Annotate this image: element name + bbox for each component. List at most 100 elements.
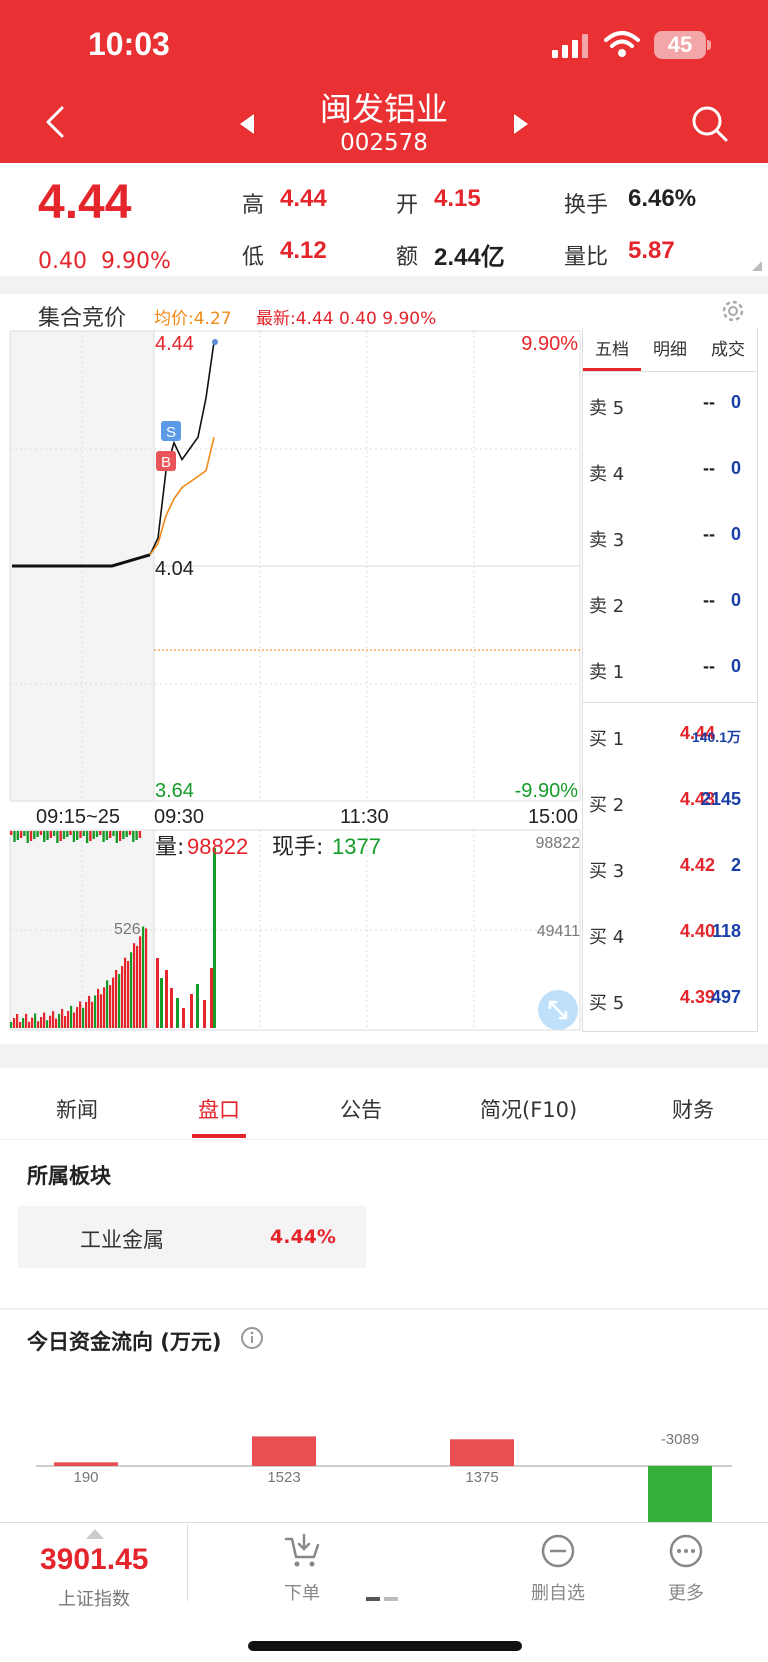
tab-news[interactable]: 新闻: [56, 1094, 98, 1124]
auction-bar: [125, 831, 128, 837]
volume-bar: [79, 1001, 82, 1028]
orderbook-row[interactable]: 买 4 4.40 118: [583, 901, 757, 967]
index-name[interactable]: 上证指数: [58, 1585, 130, 1611]
ob-level-label: 买 4: [589, 927, 625, 948]
auction-bar: [33, 831, 36, 839]
time-label: 15:00: [528, 806, 578, 828]
volume-bar: [118, 974, 121, 1028]
volume-bar: [85, 1001, 88, 1028]
volume-bar: [61, 1008, 64, 1028]
ob-volume: 0: [730, 590, 741, 610]
auction-bar: [115, 831, 118, 843]
search-icon[interactable]: [690, 104, 730, 144]
volume-bar: [28, 1021, 31, 1028]
auction-bar: [43, 831, 46, 842]
auction-bar: [92, 831, 95, 839]
vol-label: 量:: [155, 835, 184, 860]
volume-bar: [88, 995, 91, 1028]
more-label: 更多: [668, 1583, 704, 1604]
ob-price: --: [703, 458, 715, 478]
auction-bar: [128, 831, 132, 835]
flow-title: 今日资金流向 (万元): [27, 1330, 222, 1354]
current-price: 4.44: [38, 176, 132, 229]
tab-f10[interactable]: 简况(F10): [480, 1094, 577, 1124]
sector-chip[interactable]: 工业金属 4.44%: [18, 1206, 366, 1268]
gear-icon[interactable]: [720, 298, 746, 324]
auction-bar: [72, 831, 76, 842]
volume-bar: [182, 1008, 185, 1028]
auction-bar: [85, 831, 89, 843]
orderbook-row[interactable]: 买 2 4.43 2145: [583, 769, 757, 835]
volume-bar: [196, 984, 199, 1028]
volume-bar: [203, 1000, 206, 1028]
remove-watchlist-button[interactable]: 删自选: [518, 1533, 598, 1605]
latest-price-label: 最新:4.44 0.40 9.90%: [256, 309, 437, 329]
volume-bar: [115, 969, 118, 1028]
tab-announcement[interactable]: 公告: [340, 1094, 382, 1124]
ob-price: --: [703, 392, 715, 412]
vol-value: 98822: [187, 834, 248, 859]
divider: [0, 1308, 768, 1310]
pct-top: 9.90%: [521, 333, 578, 355]
sector-name: 工业金属: [80, 1228, 164, 1252]
volume-bar: [31, 1017, 34, 1028]
ob-level-label: 卖 5: [589, 398, 625, 419]
auction-bar: [69, 831, 72, 835]
volume-bar: [19, 1021, 22, 1028]
auction-bar: [102, 831, 105, 842]
volume-bar: [73, 1012, 76, 1028]
volume-bar: [170, 988, 173, 1028]
index-value[interactable]: 3901.45: [40, 1543, 148, 1577]
volume-bar: [142, 926, 145, 1028]
wifi-icon: [604, 31, 640, 57]
orderbook-row[interactable]: 买 3 4.42 2: [583, 835, 757, 901]
vol-ratio-value: 5.87: [628, 237, 675, 264]
orderbook-row[interactable]: 买 5 4.39 497: [583, 967, 757, 1033]
orderbook-row[interactable]: 买 1 4.44 140.1万: [583, 703, 757, 769]
tab-indicator: [192, 1134, 246, 1138]
more-button[interactable]: 更多: [646, 1533, 726, 1605]
info-icon[interactable]: [240, 1326, 264, 1350]
signal-icon: [552, 34, 588, 58]
ob-price: --: [703, 656, 715, 676]
orderbook-row[interactable]: 卖 4 -- 0: [583, 438, 757, 504]
orderbook-row[interactable]: 卖 1 -- 0: [583, 636, 757, 702]
auction-bar: [46, 831, 49, 840]
ob-volume: 2: [730, 855, 741, 875]
ob-volume: 0: [730, 392, 741, 412]
auction-bar: [118, 831, 122, 841]
status-time: 10:03: [88, 26, 170, 62]
volume-bar: [40, 1016, 43, 1028]
cur-value: 1377: [332, 834, 381, 859]
index-up-icon: [86, 1529, 104, 1539]
auction-bar: [138, 831, 142, 838]
next-stock-icon[interactable]: [512, 114, 528, 134]
expand-icon[interactable]: [538, 990, 578, 1030]
vol-ratio-label: 量比: [564, 245, 609, 270]
vol-top: 98822: [536, 835, 581, 852]
volume-bar: [210, 968, 213, 1028]
tab-trades[interactable]: 成交: [699, 328, 757, 371]
intraday-chart[interactable]: S B 4.44 4.04 3.64 9.90% -9.90% 09:15~25…: [0, 328, 582, 1032]
price-change: 0.40 9.90%: [38, 249, 171, 274]
auction-bar: [62, 831, 66, 839]
tab-details[interactable]: 明细: [641, 328, 699, 371]
order-button[interactable]: 下单: [262, 1533, 342, 1605]
time-label: 09:15~25: [36, 806, 120, 828]
ob-level-label: 买 3: [589, 861, 625, 882]
volume-bar: [130, 952, 133, 1028]
flow-label: 190: [73, 1469, 98, 1486]
orderbook-row[interactable]: 卖 2 -- 0: [583, 570, 757, 636]
auction-bar: [112, 831, 115, 836]
turnover-value: 6.46%: [628, 185, 697, 212]
tab-handicap[interactable]: 盘口: [198, 1094, 240, 1124]
auction-bar: [19, 831, 23, 838]
auction-bar: [10, 831, 13, 835]
vol-mid: 49411: [537, 923, 580, 940]
ob-volume: 140.1万: [691, 729, 741, 745]
tab-finance[interactable]: 财务: [672, 1094, 714, 1124]
volume-bar: [112, 977, 115, 1028]
tab-five-levels[interactable]: 五档: [583, 328, 641, 371]
orderbook-row[interactable]: 卖 3 -- 0: [583, 504, 757, 570]
orderbook-row[interactable]: 卖 5 -- 0: [583, 372, 757, 438]
